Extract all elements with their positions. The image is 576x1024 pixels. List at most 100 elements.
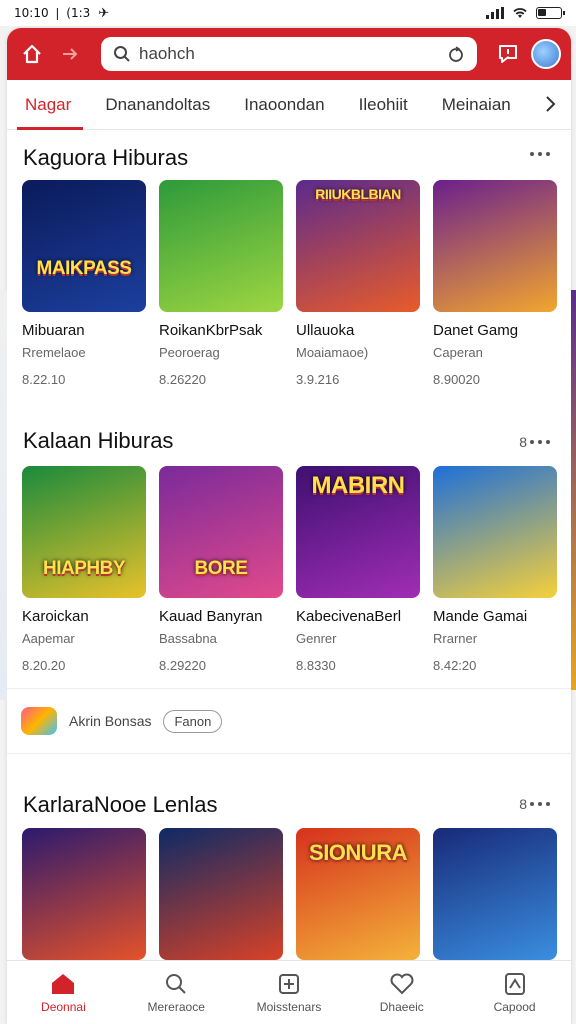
game-card[interactable]: RoikanKbrPsak Peoroerag 8.26220 — [159, 180, 283, 387]
game-meta: 8.90020 — [433, 372, 480, 387]
search-bar[interactable]: haohch — [101, 37, 477, 71]
search-icon — [166, 973, 186, 994]
arrow-right-icon — [63, 48, 78, 60]
status-time: 10:10 ❘ (1:3 — [14, 6, 91, 20]
game-thumbnail[interactable]: HIAPHBY — [22, 466, 146, 598]
chat-button[interactable] — [493, 39, 523, 69]
game-thumbnail[interactable] — [159, 180, 283, 312]
game-title: Karoickan — [22, 608, 89, 625]
thumbnail-logo-text: RIIUKBLBIAN — [315, 186, 401, 202]
game-meta: 8.20.20 — [22, 658, 66, 673]
game-card[interactable]: SIONURA — [296, 828, 420, 960]
game-thumbnail[interactable] — [433, 828, 557, 960]
section-title: Kalaan Hiburas — [23, 428, 174, 453]
game-genre: Rrarner — [433, 631, 478, 646]
section-karlaranooe: KarlaraNooe Lenlas 8 SIONURA — [7, 788, 571, 988]
forward-button[interactable] — [55, 39, 85, 69]
section-kaguora: Kaguora Hiburas MAIKPASS Mibuaran Rremel… — [7, 140, 571, 400]
game-meta: 8.26220 — [159, 372, 206, 387]
game-title: Mibuaran — [22, 322, 85, 339]
thumbnail-logo-text: SIONURA — [309, 840, 407, 865]
game-thumbnail[interactable] — [433, 180, 557, 312]
refresh-icon[interactable] — [447, 45, 465, 63]
promo-pill-button[interactable]: Fanon — [163, 709, 223, 733]
avatar[interactable] — [531, 39, 561, 69]
game-thumbnail[interactable] — [22, 828, 146, 960]
game-card[interactable]: Danet Gamg Caperan 8.90020 — [433, 180, 557, 387]
game-thumbnail[interactable]: RIIUKBLBIAN — [296, 180, 420, 312]
home-outline-icon — [23, 44, 41, 64]
nav-calendar[interactable]: Moisstenars — [233, 961, 346, 1024]
battery-icon — [536, 7, 565, 19]
game-thumbnail[interactable]: MABIRN — [296, 466, 420, 598]
heart-icon — [390, 973, 414, 994]
tab-ileohiit[interactable]: Ileohiit — [359, 81, 408, 129]
game-thumbnail[interactable] — [433, 466, 557, 598]
game-card[interactable]: RIIUKBLBIAN Ullauoka Moaiamaoe) 3.9.216 — [296, 180, 420, 387]
game-meta: 8.29220 — [159, 658, 206, 673]
more-button[interactable] — [527, 152, 551, 156]
chevron-right-icon[interactable] — [543, 94, 557, 114]
status-bar: 10:10 ❘ (1:3 ✈ — [0, 0, 576, 26]
game-thumbnail[interactable]: BORE — [159, 466, 283, 598]
signal-icon — [486, 7, 504, 19]
more-button[interactable]: 8 — [519, 796, 551, 812]
nav-home[interactable]: Deonnai — [7, 961, 120, 1024]
nav-favorites[interactable]: Dhaeeic — [345, 961, 458, 1024]
game-genre: Bassabna — [159, 631, 217, 646]
profile-icon — [504, 972, 525, 995]
more-button[interactable]: 8 — [519, 434, 551, 450]
game-card[interactable] — [22, 828, 146, 960]
navigation-arrow-icon: ✈ — [98, 5, 110, 20]
home-icon — [52, 973, 75, 994]
app-header: haohch — [7, 28, 571, 80]
search-input[interactable]: haohch — [139, 44, 439, 64]
nav-profile[interactable]: Capood — [458, 961, 571, 1024]
bottom-navigation: Deonnai Mereraoce Moisstenars Dhaeeic Ca… — [7, 960, 571, 1024]
game-thumbnail[interactable] — [159, 828, 283, 960]
game-title: RoikanKbrPsak — [159, 322, 263, 339]
game-card[interactable] — [159, 828, 283, 960]
game-card[interactable]: MABIRN KabecivenaBerl Genrer 8.8330 — [296, 466, 420, 673]
thumbnail-logo-text: MABIRN — [311, 472, 406, 499]
game-genre: Caperan — [433, 345, 483, 360]
promo-strip[interactable]: Akrin Bonsas Fanon — [7, 688, 571, 754]
search-icon — [114, 46, 130, 62]
promo-text: Akrin Bonsas — [69, 713, 152, 729]
game-meta: 8.8330 — [296, 658, 336, 673]
section-title: KarlaraNooe Lenlas — [23, 792, 218, 817]
section-kalaan: Kalaan Hiburas 8 HIAPHBY Karoickan Aapem… — [7, 426, 571, 686]
game-title: Danet Gamg — [433, 322, 519, 339]
more-count: 8 — [519, 434, 527, 450]
thumbnail-logo-text: BORE — [194, 558, 248, 579]
nav-label: Deonnai — [41, 999, 86, 1014]
app-window: haohch Nagar Dnanandoltas Inaoondan Ileo… — [7, 28, 571, 1024]
wifi-icon — [513, 8, 527, 18]
home-button[interactable] — [17, 39, 47, 69]
thumbnail-logo-text: HIAPHBY — [42, 558, 126, 579]
game-card[interactable]: HIAPHBY Karoickan Aapemar 8.20.20 — [22, 466, 146, 673]
tab-dnanandoltas[interactable]: Dnanandoltas — [105, 81, 210, 129]
thumbnail-logo-text: MAIKPASS — [36, 258, 132, 279]
game-card[interactable] — [433, 828, 557, 960]
game-meta: 3.9.216 — [296, 372, 340, 387]
game-meta: 8.22.10 — [22, 372, 66, 387]
nav-search[interactable]: Mereraoce — [120, 961, 233, 1024]
game-thumbnail[interactable]: MAIKPASS — [22, 180, 146, 312]
game-card[interactable]: BORE Kauad Banyran Bassabna 8.29220 — [159, 466, 283, 673]
promo-icon — [21, 707, 57, 735]
section-title: Kaguora Hiburas — [23, 145, 189, 170]
game-title: Kauad Banyran — [159, 608, 263, 625]
chat-icon — [499, 45, 517, 63]
game-card[interactable]: Mande Gamai Rrarner 8.42:20 — [433, 466, 557, 673]
game-card[interactable]: MAIKPASS Mibuaran Rremelaoe 8.22.10 — [22, 180, 146, 387]
game-thumbnail[interactable]: SIONURA — [296, 828, 420, 960]
game-title: Mande Gamai — [433, 608, 528, 625]
calendar-icon — [278, 973, 299, 994]
nav-label: Dhaeeic — [379, 999, 424, 1014]
card-row: SIONURA — [22, 828, 557, 960]
tab-inaoondan[interactable]: Inaoondan — [244, 81, 324, 129]
tab-nagar[interactable]: Nagar — [16, 81, 84, 130]
nav-label: Moisstenars — [256, 999, 322, 1014]
tab-meinaian[interactable]: Meinaian — [442, 81, 511, 129]
